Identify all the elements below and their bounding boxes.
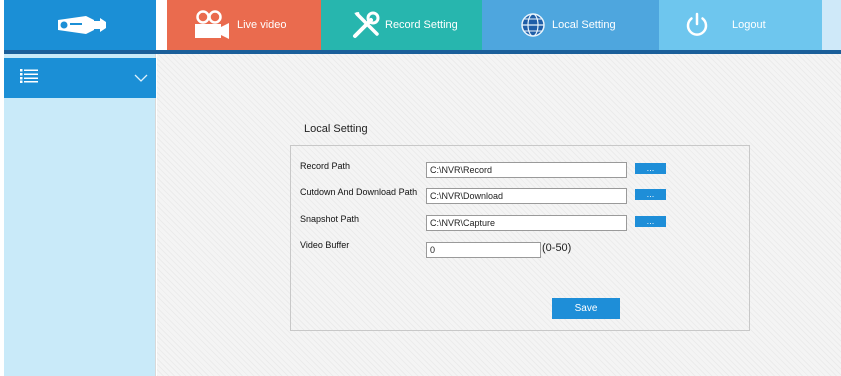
record-path-browse-button[interactable]: ... (635, 163, 666, 174)
list-icon (20, 68, 38, 88)
tab-record-setting-label: Record Setting (385, 19, 458, 31)
snapshot-path-label: Snapshot Path (300, 214, 360, 224)
video-buffer-label: Video Buffer (300, 240, 350, 250)
tools-icon (349, 0, 383, 50)
download-path-label: Cutdown And Download Path (300, 187, 418, 197)
save-button[interactable]: Save (552, 298, 620, 319)
tab-logout-label: Logout (732, 19, 766, 31)
chevron-down-icon[interactable] (134, 69, 148, 87)
sidebar-menu-header[interactable] (4, 58, 156, 98)
snapshot-path-input[interactable] (426, 215, 627, 231)
logo (4, 0, 156, 50)
tab-live-video[interactable]: Live video (167, 0, 321, 50)
tab-live-video-label: Live video (237, 19, 287, 31)
tab-local-setting-label: Local Setting (552, 19, 616, 31)
video-buffer-input[interactable] (426, 242, 541, 258)
video-camera-icon (185, 0, 237, 50)
nav-filler (822, 0, 841, 50)
video-buffer-range: (0-50) (542, 242, 572, 254)
power-icon (677, 0, 717, 50)
globe-icon (516, 0, 550, 50)
camera-logo-icon (58, 16, 106, 34)
download-path-browse-button[interactable]: ... (635, 189, 666, 200)
sidebar (4, 54, 156, 376)
page-title: Local Setting (304, 123, 368, 135)
record-path-input[interactable] (426, 162, 627, 178)
tab-record-setting[interactable]: Record Setting (321, 0, 482, 50)
tab-logout[interactable]: Logout (659, 0, 822, 50)
top-navigation-bar: Live video Record Setting Local Setting (0, 0, 841, 54)
download-path-input[interactable] (426, 188, 627, 204)
tab-local-setting[interactable]: Local Setting (482, 0, 659, 50)
record-path-label: Record Path (300, 161, 351, 171)
snapshot-path-browse-button[interactable]: ... (635, 216, 666, 227)
